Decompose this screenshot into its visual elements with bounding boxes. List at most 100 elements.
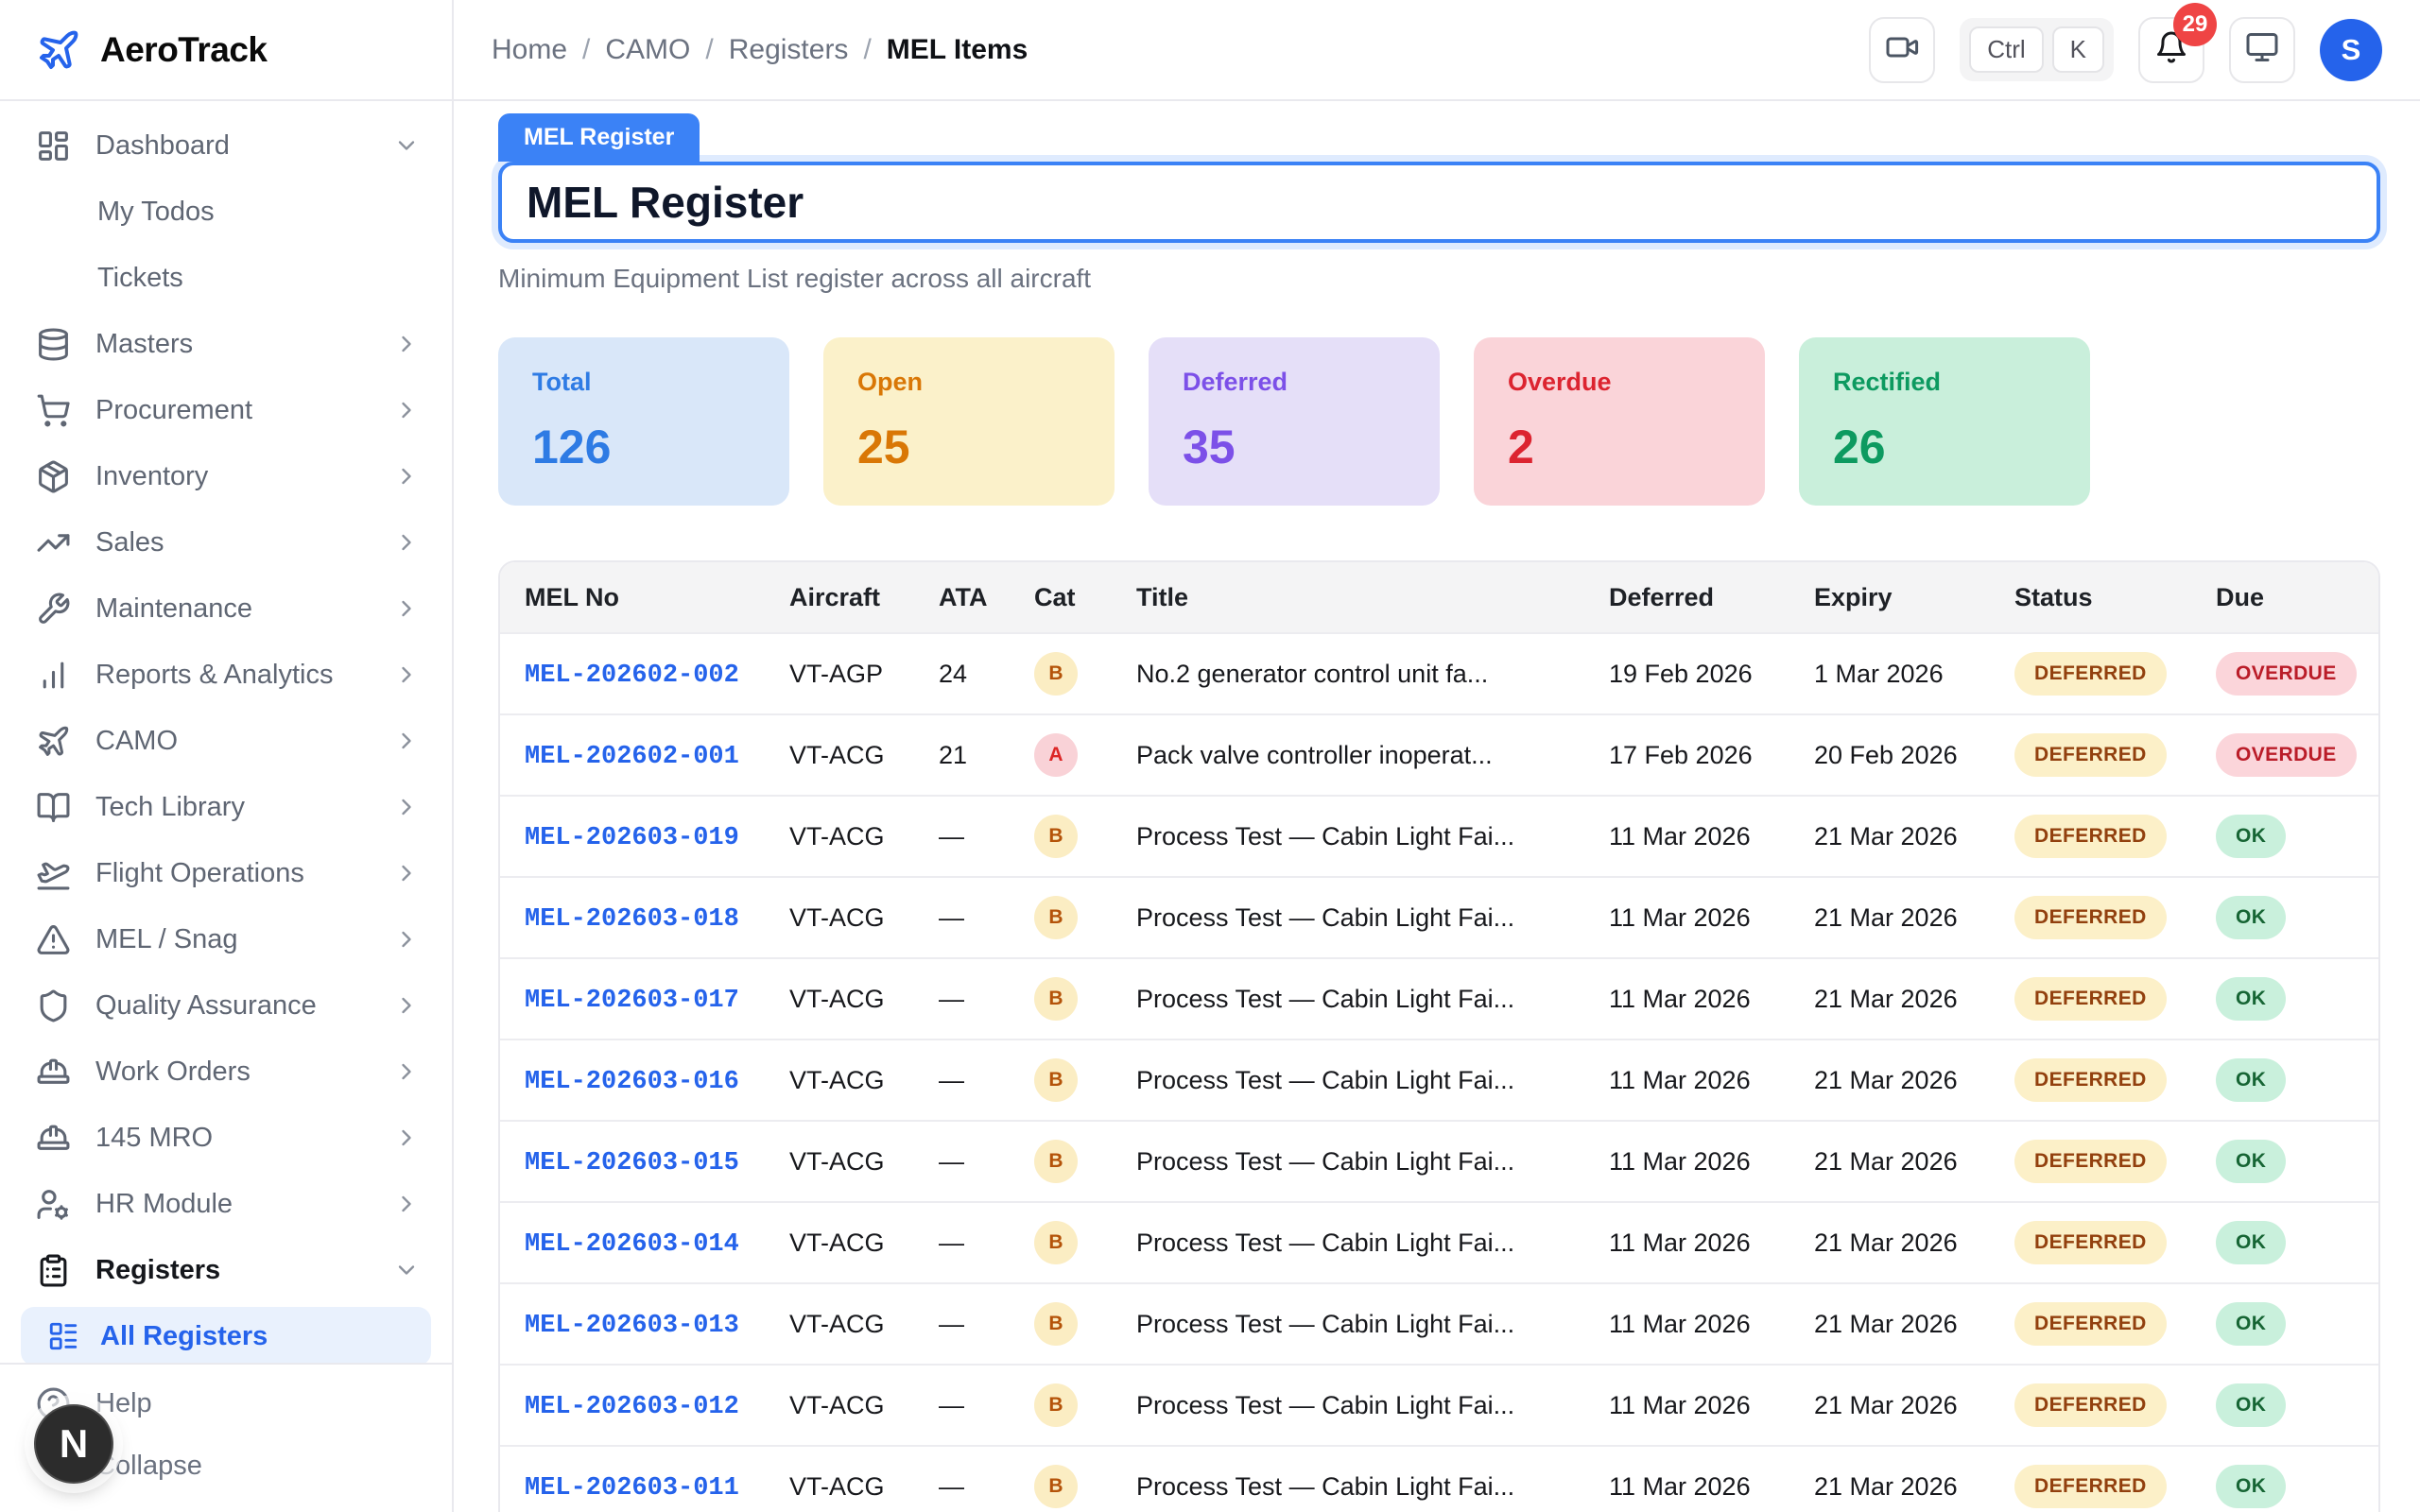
due-badge: OK	[2216, 977, 2286, 1021]
sidebar-item-dashboard[interactable]: Dashboard	[0, 112, 452, 179]
mel-no-link[interactable]: MEL-202603-011	[525, 1474, 739, 1503]
cell-ata: —	[914, 1365, 1010, 1446]
cell-deferred: 11 Mar 2026	[1584, 958, 1789, 1040]
cell-mel-no: MEL-202602-002	[500, 633, 765, 714]
column-header-expiry: Expiry	[1789, 562, 1990, 633]
cell-expiry: 20 Feb 2026	[1789, 714, 1990, 796]
sidebar-item-registers[interactable]: Registers	[0, 1237, 452, 1303]
breadcrumb-home[interactable]: Home	[492, 34, 567, 66]
cell-aircraft: VT-ACG	[765, 714, 914, 796]
due-badge: OK	[2216, 1221, 2286, 1264]
video-button[interactable]	[1869, 17, 1935, 83]
sidebar-item-mel-snag[interactable]: MEL / Snag	[0, 906, 452, 972]
cell-status: DEFERRED	[1990, 633, 2191, 714]
table-row[interactable]: MEL-202603-018VT-ACG—BProcess Test — Cab…	[500, 877, 2380, 958]
sidebar-item-reports-analytics[interactable]: Reports & Analytics	[0, 642, 452, 708]
sidebar-item-tickets[interactable]: Tickets	[0, 245, 452, 311]
stat-label: Total	[532, 368, 755, 397]
breadcrumb-camo[interactable]: CAMO	[605, 34, 690, 66]
table-row[interactable]: MEL-202603-016VT-ACG—BProcess Test — Cab…	[500, 1040, 2380, 1121]
cell-expiry: 21 Mar 2026	[1789, 958, 1990, 1040]
table-row[interactable]: MEL-202603-011VT-ACG—BProcess Test — Cab…	[500, 1446, 2380, 1512]
stat-card-total: Total 126	[498, 337, 789, 506]
dev-tools-button[interactable]: N	[34, 1404, 113, 1484]
sidebar-item-work-orders[interactable]: Work Orders	[0, 1039, 452, 1105]
mel-no-link[interactable]: MEL-202603-012	[525, 1393, 739, 1421]
cell-title: Process Test — Cabin Light Fai...	[1112, 1121, 1584, 1202]
sidebar-item-maintenance[interactable]: Maintenance	[0, 576, 452, 642]
page-title-input[interactable]	[498, 162, 2380, 243]
cell-expiry: 21 Mar 2026	[1789, 1446, 1990, 1512]
user-avatar[interactable]: S	[2320, 19, 2382, 81]
table-header-row: MEL NoAircraftATACatTitleDeferredExpiryS…	[500, 562, 2380, 633]
category-badge: B	[1034, 1465, 1078, 1508]
sidebar-item-label: Reports & Analytics	[95, 660, 369, 691]
cell-deferred: 11 Mar 2026	[1584, 1365, 1789, 1446]
table-row[interactable]: MEL-202603-013VT-ACG—BProcess Test — Cab…	[500, 1283, 2380, 1365]
sidebar-item-sales[interactable]: Sales	[0, 509, 452, 576]
mel-no-link[interactable]: MEL-202603-013	[525, 1312, 739, 1340]
sidebar: AeroTrack DashboardMy TodosTicketsMaster…	[0, 0, 454, 1512]
sidebar-item-145-mro[interactable]: 145 MRO	[0, 1105, 452, 1171]
mel-no-link[interactable]: MEL-202603-014	[525, 1230, 739, 1259]
cell-aircraft: VT-ACG	[765, 796, 914, 877]
column-header-title: Title	[1112, 562, 1584, 633]
sidebar-item-procurement[interactable]: Procurement	[0, 377, 452, 443]
mel-no-link[interactable]: MEL-202603-019	[525, 824, 739, 852]
sidebar-item-camo[interactable]: CAMO	[0, 708, 452, 774]
column-header-ata: ATA	[914, 562, 1010, 633]
sidebar-item-my-todos[interactable]: My Todos	[0, 179, 452, 245]
category-badge: B	[1034, 1140, 1078, 1183]
sidebar-footer-label: Collapse	[95, 1451, 420, 1482]
sidebar-item-hr-module[interactable]: HR Module	[0, 1171, 452, 1237]
cell-title: Process Test — Cabin Light Fai...	[1112, 1365, 1584, 1446]
sidebar-item-label: Dashboard	[95, 130, 369, 162]
sidebar-item-masters[interactable]: Masters	[0, 311, 452, 377]
register-tab[interactable]: MEL Register	[498, 113, 700, 162]
cell-title: Process Test — Cabin Light Fai...	[1112, 877, 1584, 958]
sidebar-item-quality-assurance[interactable]: Quality Assurance	[0, 972, 452, 1039]
cell-status: DEFERRED	[1990, 1446, 2191, 1512]
category-badge: B	[1034, 1302, 1078, 1346]
cell-due: OK	[2191, 1446, 2380, 1512]
status-badge: DEFERRED	[2014, 1465, 2167, 1508]
status-badge: DEFERRED	[2014, 1383, 2167, 1427]
stat-value: 126	[532, 420, 755, 474]
sidebar-subitem-all-registers[interactable]: All Registers	[21, 1307, 431, 1363]
cell-ata: —	[914, 1121, 1010, 1202]
command-palette-shortcut[interactable]: Ctrl K	[1960, 18, 2114, 81]
cell-deferred: 11 Mar 2026	[1584, 1040, 1789, 1121]
stat-label: Open	[857, 368, 1080, 397]
mel-no-link[interactable]: MEL-202603-015	[525, 1149, 739, 1177]
table-row[interactable]: MEL-202602-001VT-ACG21APack valve contro…	[500, 714, 2380, 796]
sidebar-item-label: My Todos	[97, 197, 420, 228]
cell-mel-no: MEL-202603-011	[500, 1446, 765, 1512]
status-badge: DEFERRED	[2014, 733, 2167, 777]
mel-no-link[interactable]: MEL-202603-018	[525, 905, 739, 934]
mel-no-link[interactable]: MEL-202603-016	[525, 1068, 739, 1096]
table-row[interactable]: MEL-202603-015VT-ACG—BProcess Test — Cab…	[500, 1121, 2380, 1202]
cell-cat: B	[1010, 1202, 1112, 1283]
notifications-button[interactable]: 29	[2138, 17, 2204, 83]
cell-ata: —	[914, 1446, 1010, 1512]
mel-no-link[interactable]: MEL-202602-001	[525, 743, 739, 771]
table-row[interactable]: MEL-202603-014VT-ACG—BProcess Test — Cab…	[500, 1202, 2380, 1283]
cell-status: DEFERRED	[1990, 1283, 2191, 1365]
cart-icon	[36, 393, 71, 428]
breadcrumb-registers[interactable]: Registers	[729, 34, 849, 66]
mel-no-link[interactable]: MEL-202603-017	[525, 987, 739, 1015]
chevron-down-icon	[393, 1257, 420, 1283]
table-row[interactable]: MEL-202603-017VT-ACG—BProcess Test — Cab…	[500, 958, 2380, 1040]
cell-aircraft: VT-ACG	[765, 958, 914, 1040]
sidebar-item-inventory[interactable]: Inventory	[0, 443, 452, 509]
mel-no-link[interactable]: MEL-202602-002	[525, 662, 739, 690]
sidebar-item-tech-library[interactable]: Tech Library	[0, 774, 452, 840]
notification-count-badge: 29	[2173, 3, 2217, 46]
column-header-deferred: Deferred	[1584, 562, 1789, 633]
due-badge: OVERDUE	[2216, 733, 2357, 777]
display-button[interactable]	[2229, 17, 2295, 83]
sidebar-item-flight-operations[interactable]: Flight Operations	[0, 840, 452, 906]
table-row[interactable]: MEL-202603-019VT-ACG—BProcess Test — Cab…	[500, 796, 2380, 877]
table-row[interactable]: MEL-202602-002VT-AGP24BNo.2 generator co…	[500, 633, 2380, 714]
table-row[interactable]: MEL-202603-012VT-ACG—BProcess Test — Cab…	[500, 1365, 2380, 1446]
